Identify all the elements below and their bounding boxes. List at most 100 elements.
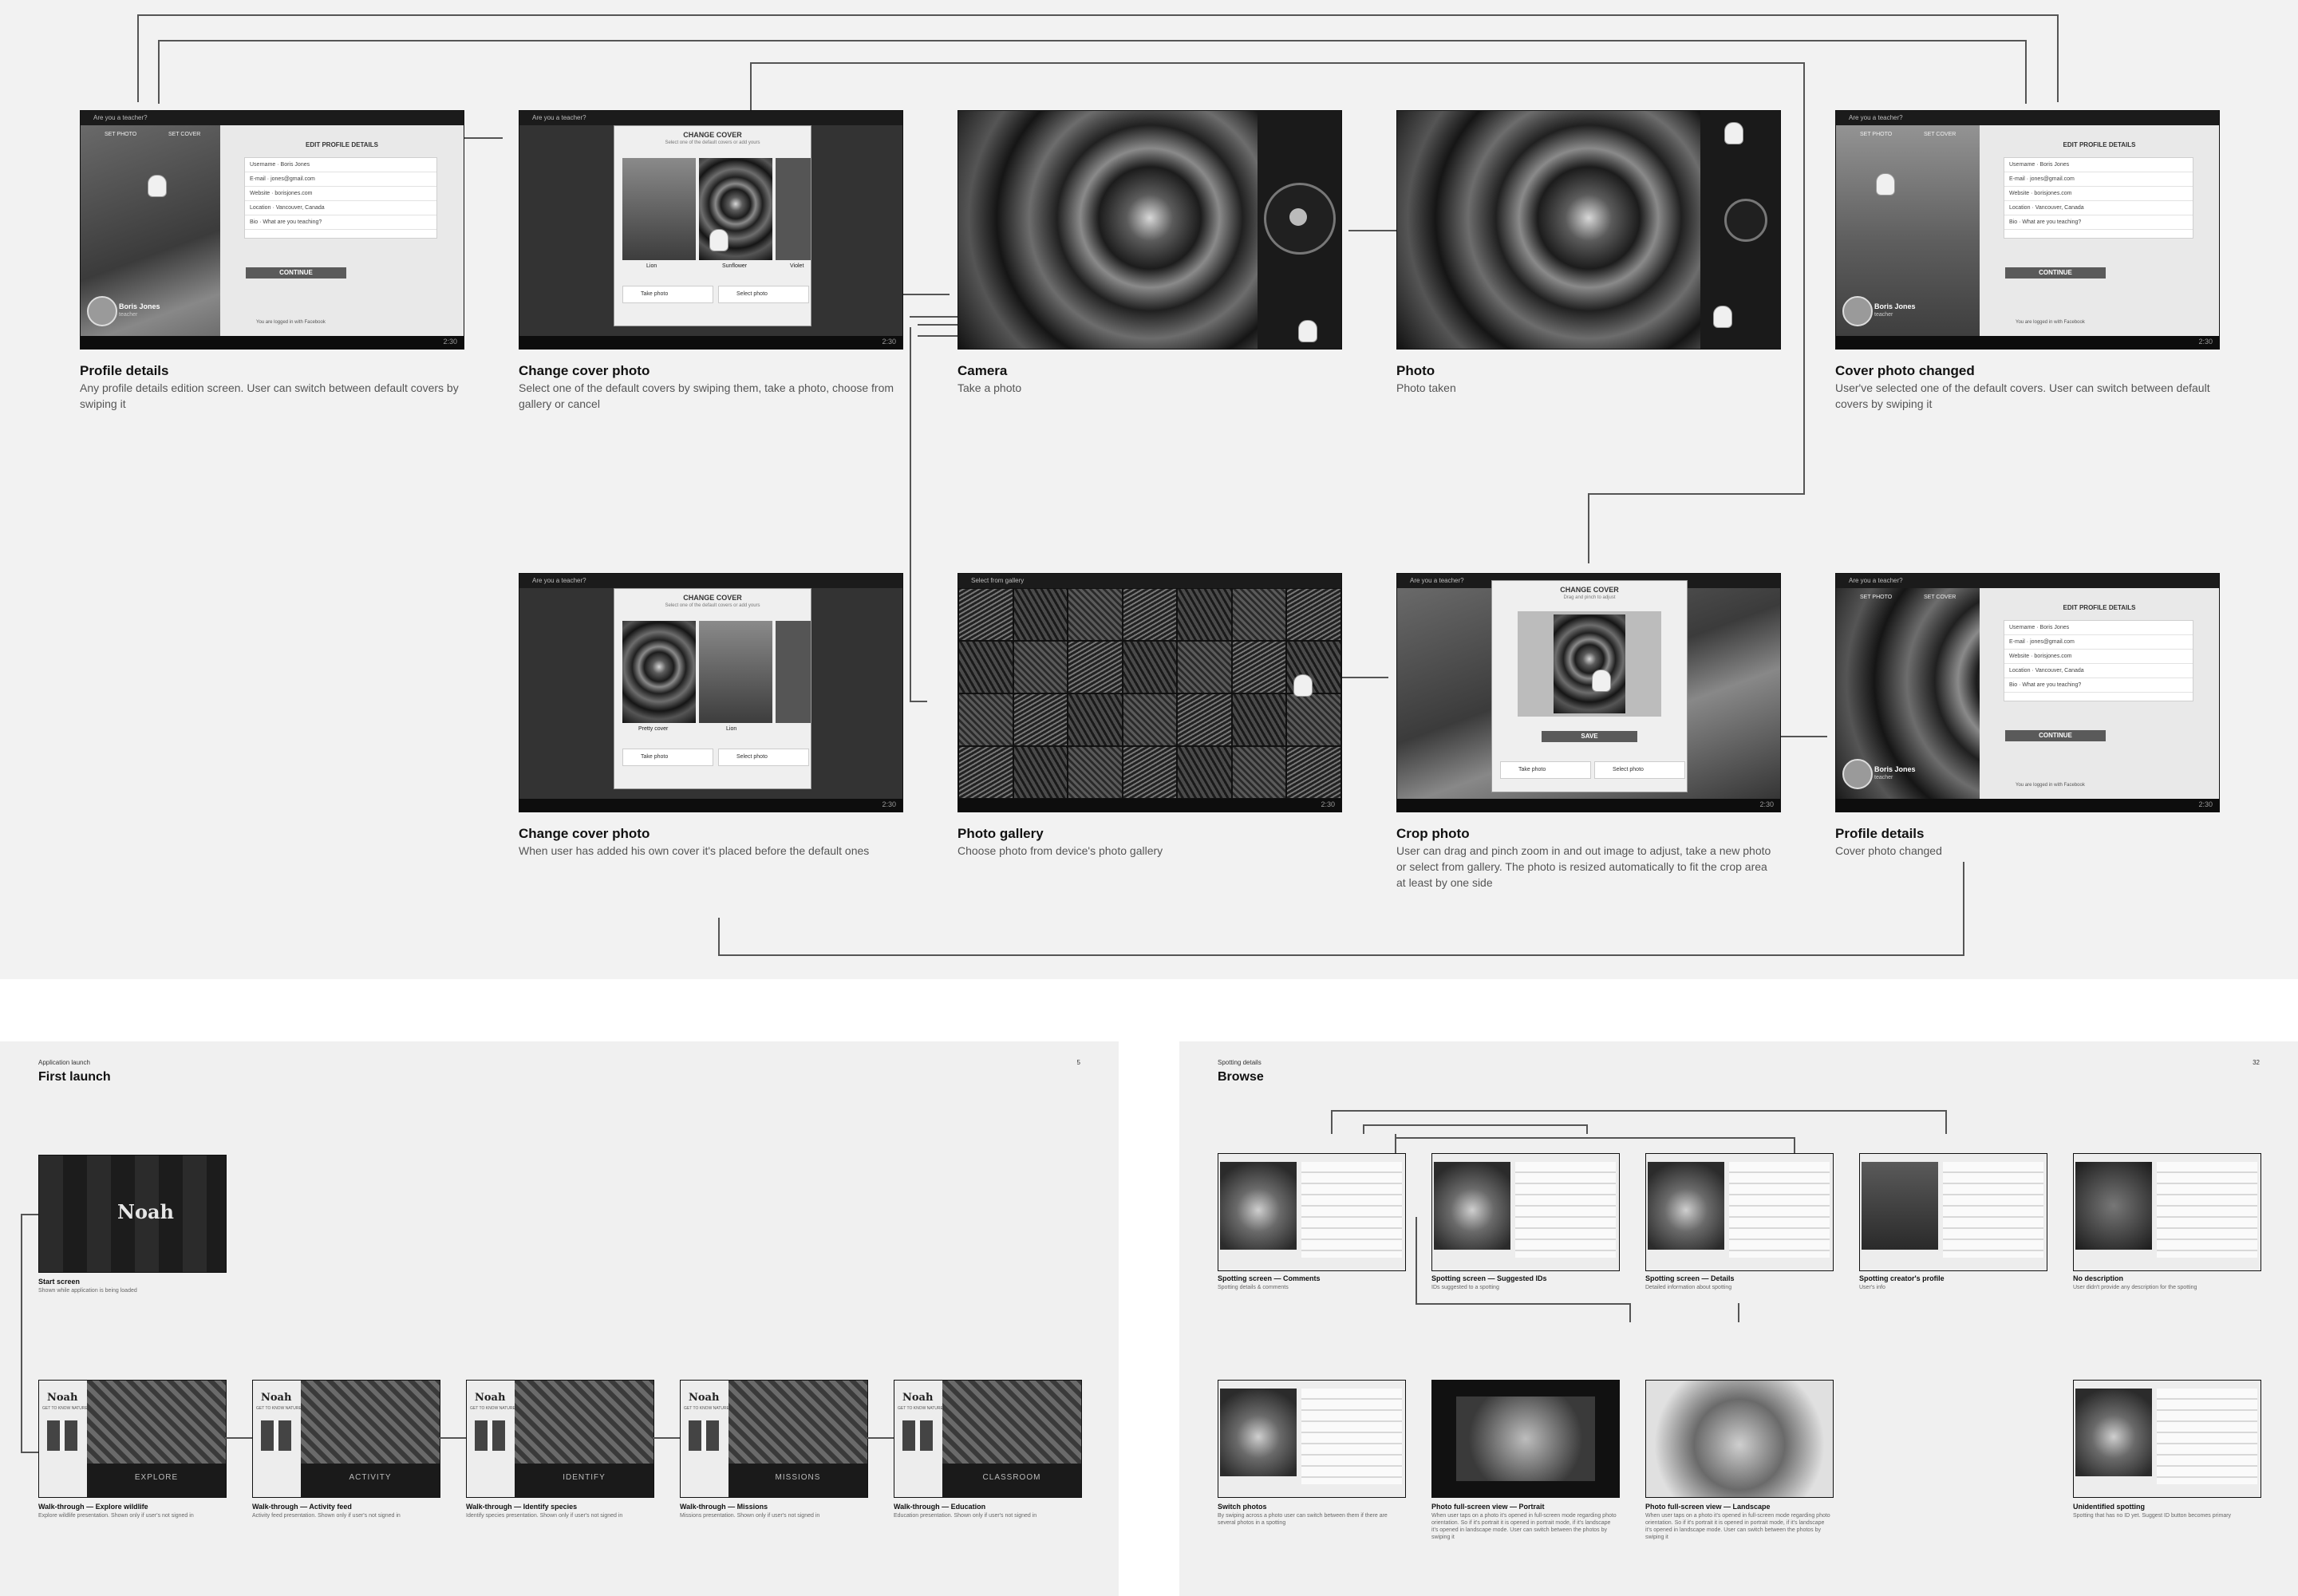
user-role: teacher [1874, 775, 1893, 780]
gallery-thumbnail[interactable] [1286, 746, 1341, 799]
field-website[interactable]: Website · borisjones.com [2004, 187, 2193, 201]
avatar[interactable] [87, 296, 117, 326]
continue-button[interactable]: CONTINUE [246, 267, 346, 279]
gallery-thumbnail[interactable] [1068, 693, 1123, 746]
gallery-thumbnail[interactable] [1013, 641, 1068, 693]
field-location[interactable]: Location · Vancouver, Canada [2004, 664, 2193, 678]
gallery-thumbnail[interactable] [1068, 746, 1123, 799]
avatar[interactable] [1842, 759, 1873, 789]
continue-button[interactable]: CONTINUE [2005, 730, 2106, 741]
field-username[interactable]: Username · Boris Jones [2004, 621, 2193, 635]
change-cover-dialog: CHANGE COVER Select one of the default c… [614, 125, 811, 326]
cover-violet[interactable] [776, 158, 811, 260]
cover-lion[interactable] [622, 158, 696, 260]
take-photo-button[interactable]: Take photo [1500, 761, 1591, 779]
field-website[interactable]: Website · borisjones.com [2004, 650, 2193, 664]
sheet-first-launch: Application launch First launch 5 Noah S… [0, 1041, 1119, 1596]
spotting-photo[interactable] [1862, 1162, 1938, 1250]
gallery-thumbnail[interactable] [1286, 693, 1341, 746]
social-icons[interactable] [47, 1420, 77, 1451]
spotting-photo[interactable] [2075, 1162, 2152, 1250]
spotting-details [1729, 1162, 1830, 1258]
nav-bar: 2:30 [958, 799, 1341, 812]
gallery-thumbnail[interactable] [958, 746, 1013, 799]
gallery-thumbnail[interactable] [1177, 693, 1232, 746]
crop-image[interactable] [1554, 614, 1625, 713]
spotting-photo[interactable] [2075, 1389, 2152, 1476]
select-photo-button[interactable]: Select photo [718, 749, 809, 766]
gallery-thumbnail[interactable] [1231, 641, 1287, 693]
caption-title: Walk-through — Missions [680, 1503, 768, 1511]
set-cover-button[interactable]: SET COVER [1924, 132, 1956, 137]
gallery-thumbnail[interactable] [1231, 693, 1287, 746]
gallery-thumbnail[interactable] [1177, 588, 1232, 641]
spotting-photo[interactable] [1648, 1162, 1724, 1250]
cover-pretty[interactable] [622, 621, 696, 723]
spotting-photo[interactable] [1220, 1162, 1297, 1250]
field-username[interactable]: Username · Boris Jones [245, 158, 436, 172]
take-photo-button[interactable]: Take photo [622, 286, 713, 303]
set-photo-button[interactable]: SET PHOTO [105, 132, 136, 137]
shutter-button[interactable] [1289, 208, 1307, 226]
gallery-thumbnail[interactable] [1013, 588, 1068, 641]
sheet-title: Browse [1218, 1070, 1264, 1084]
field-email[interactable]: E-mail · jones@gmail.com [245, 172, 436, 187]
cover-lion[interactable] [699, 621, 772, 723]
select-photo-button[interactable]: Select photo [718, 286, 809, 303]
walkthrough-label: ACTIVITY [349, 1473, 392, 1482]
gallery-thumbnail[interactable] [1177, 746, 1232, 799]
social-icons[interactable] [261, 1420, 291, 1451]
gallery-thumbnail[interactable] [1122, 641, 1178, 693]
avatar[interactable] [1842, 296, 1873, 326]
set-photo-button[interactable]: SET PHOTO [1860, 595, 1892, 600]
field-email[interactable]: E-mail · jones@gmail.com [2004, 635, 2193, 650]
field-website[interactable]: Website · borisjones.com [245, 187, 436, 201]
status-bar: Are you a teacher? [519, 574, 902, 588]
fullscreen-photo[interactable] [1456, 1396, 1595, 1481]
gallery-thumbnail[interactable] [1013, 746, 1068, 799]
gallery-thumbnail[interactable] [958, 641, 1013, 693]
spotting-screen [1431, 1380, 1620, 1498]
edit-profile-header: EDIT PROFILE DETAILS [306, 141, 378, 148]
gallery-thumbnail[interactable] [1122, 693, 1178, 746]
social-icons[interactable] [475, 1420, 505, 1451]
nav-bar: 2:30 [1836, 799, 2219, 812]
save-button[interactable]: SAVE [1542, 731, 1637, 742]
section-label: Spotting details [1218, 1059, 1262, 1066]
set-cover-button[interactable]: SET COVER [1924, 595, 1956, 600]
cover-next[interactable] [776, 621, 811, 723]
field-bio[interactable]: Bio · What are you teaching? [2004, 215, 2193, 230]
set-cover-button[interactable]: SET COVER [168, 132, 200, 137]
gallery-thumbnail[interactable] [958, 588, 1013, 641]
gallery-thumbnail[interactable] [958, 693, 1013, 746]
confirm-wheel[interactable] [1724, 199, 1767, 242]
social-icons[interactable] [902, 1420, 933, 1451]
continue-button[interactable]: CONTINUE [2005, 267, 2106, 279]
social-icons[interactable] [689, 1420, 719, 1451]
field-bio[interactable]: Bio · What are you teaching? [245, 215, 436, 230]
spotting-photo[interactable] [1220, 1389, 1297, 1476]
field-username[interactable]: Username · Boris Jones [2004, 158, 2193, 172]
gallery-thumbnail[interactable] [1231, 746, 1287, 799]
field-email[interactable]: E-mail · jones@gmail.com [2004, 172, 2193, 187]
spotting-photo[interactable] [1434, 1162, 1510, 1250]
gallery-thumbnail[interactable] [1013, 693, 1068, 746]
field-location[interactable]: Location · Vancouver, Canada [2004, 201, 2193, 215]
field-location[interactable]: Location · Vancouver, Canada [245, 201, 436, 215]
set-photo-button[interactable]: SET PHOTO [1860, 132, 1892, 137]
caption-desc: Missions presentation. Shown only if use… [680, 1513, 820, 1519]
field-bio[interactable]: Bio · What are you teaching? [2004, 678, 2193, 693]
gallery-thumbnail[interactable] [1122, 588, 1178, 641]
gallery-thumbnail[interactable] [1231, 588, 1287, 641]
gallery-thumbnail[interactable] [1068, 641, 1123, 693]
select-photo-button[interactable]: Select photo [1594, 761, 1685, 779]
take-photo-button[interactable]: Take photo [622, 749, 713, 766]
sheet-title: First launch [38, 1070, 111, 1084]
walkthrough-preview [515, 1381, 653, 1464]
gallery-thumbnail[interactable] [1177, 641, 1232, 693]
fullscreen-photo[interactable] [1646, 1381, 1833, 1497]
gallery-thumbnail[interactable] [1122, 746, 1178, 799]
gallery-thumbnail[interactable] [1068, 588, 1123, 641]
gallery-thumbnail[interactable] [1286, 588, 1341, 641]
crop-area[interactable] [1518, 611, 1661, 717]
